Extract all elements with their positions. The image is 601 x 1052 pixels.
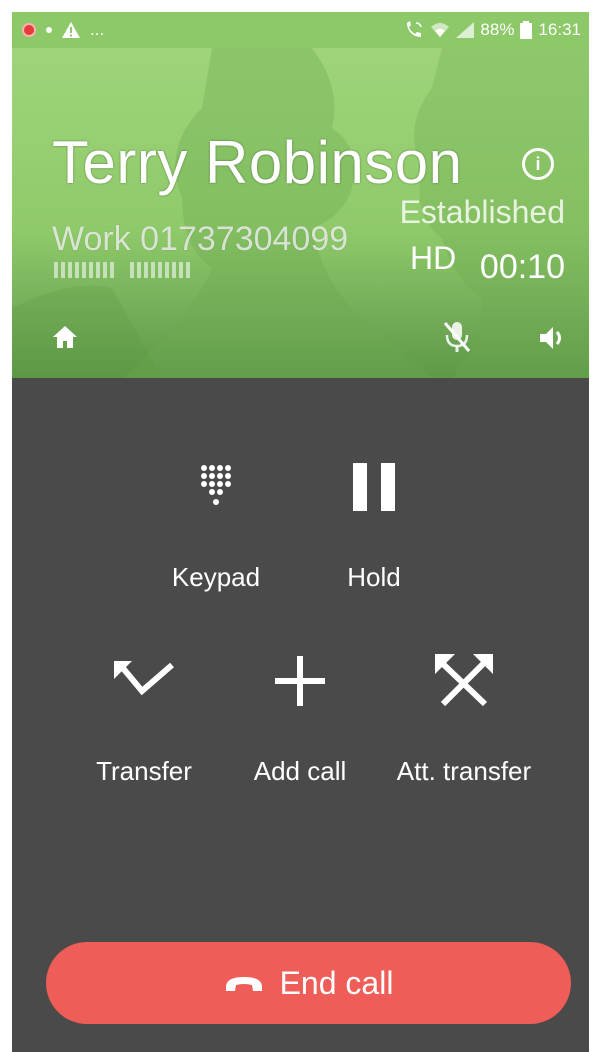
- transfer-label: Transfer: [96, 756, 192, 786]
- status-ellipsis: ...: [90, 20, 105, 39]
- attended-transfer-label: Att. transfer: [396, 756, 532, 786]
- transfer-icon: [112, 646, 176, 716]
- status-bar-right: 88% 16:31: [404, 20, 581, 40]
- signal-icon: [456, 22, 475, 38]
- status-bar-left: ...: [22, 20, 104, 40]
- battery-icon: [520, 21, 533, 39]
- caller-number: Work 01737304099: [52, 220, 349, 258]
- hd-quality-badge: HD: [410, 240, 457, 276]
- mute-microphone-icon[interactable]: [442, 320, 472, 354]
- warning-icon: [62, 22, 80, 38]
- dot-icon: [46, 27, 52, 33]
- keypad-icon: [198, 452, 234, 522]
- battery-percent: 88%: [480, 20, 515, 39]
- speaker-icon[interactable]: [538, 324, 566, 352]
- hold-button[interactable]: Hold: [320, 452, 428, 593]
- status-bar: ... 88% 16:31: [12, 12, 589, 48]
- wifi-icon: [431, 23, 450, 37]
- audio-level-left: [54, 262, 114, 278]
- call-header: Terry Robinson i Work 01737304099 Establ…: [12, 48, 589, 378]
- wifi-call-icon: [407, 21, 423, 37]
- status-time: 16:31: [538, 20, 581, 39]
- add-call-button[interactable]: Add call: [240, 646, 360, 787]
- audio-level-right: [130, 262, 190, 278]
- add-call-label: Add call: [253, 756, 347, 786]
- keypad-button[interactable]: Keypad: [160, 452, 272, 593]
- call-status: Established: [399, 194, 565, 230]
- attended-transfer-icon: [435, 646, 493, 716]
- phone-screen: ... 88% 16:31 Terry Robinson i Work 0173…: [12, 12, 589, 1052]
- call-duration: 00:10: [479, 248, 565, 286]
- attended-transfer-button[interactable]: Att. transfer: [384, 646, 544, 787]
- audio-level-meter: [54, 262, 190, 278]
- home-icon[interactable]: [52, 324, 78, 350]
- plus-icon: [275, 646, 325, 716]
- end-call-label: End call: [279, 964, 394, 1001]
- info-icon[interactable]: i: [522, 148, 554, 180]
- contact-name: Terry Robinson: [52, 129, 463, 196]
- keypad-label: Keypad: [171, 562, 261, 592]
- hold-label: Hold: [347, 562, 401, 592]
- end-call-button[interactable]: End call: [46, 942, 571, 1024]
- transfer-button[interactable]: Transfer: [84, 646, 204, 787]
- pause-icon: [353, 452, 395, 522]
- hang-up-icon: [225, 977, 262, 991]
- record-icon: [22, 23, 36, 37]
